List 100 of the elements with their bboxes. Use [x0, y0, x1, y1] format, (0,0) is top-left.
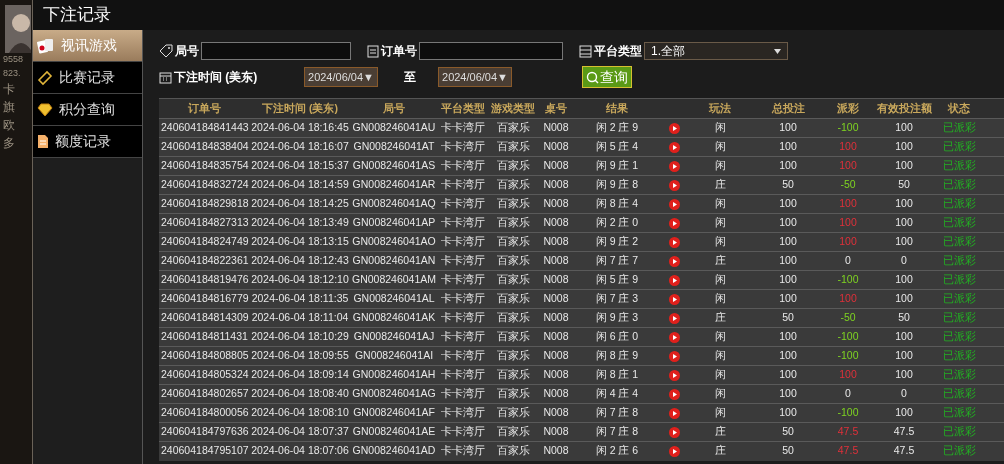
list-icon	[579, 44, 592, 58]
table-cell: 0	[845, 387, 851, 400]
table-cell: 闲 9 庄 8	[595, 178, 639, 191]
play-video-icon[interactable]	[668, 160, 680, 172]
table-cell: 47.5	[893, 425, 915, 438]
table-cell: 100	[839, 197, 857, 210]
table-cell: 240604184811431	[161, 330, 248, 343]
table-cell: GN008246041AJ	[353, 330, 435, 343]
table-cell: 庄	[714, 311, 726, 324]
table-cell: GN008246041AT	[353, 140, 435, 153]
table-cell: 卡卡湾厅	[441, 216, 485, 229]
table-cell: 百家乐	[496, 368, 530, 381]
play-video-icon[interactable]	[668, 236, 680, 248]
play-video-icon[interactable]	[668, 350, 680, 362]
table-cell: GN008246041AS	[352, 159, 436, 172]
table-cell: GN008246041AP	[352, 216, 436, 229]
table-cell: 闲 6 庄 0	[595, 330, 639, 343]
table-cell: 100	[779, 216, 797, 229]
table-cell: N008	[543, 368, 569, 381]
table-cell: 闲 7 庄 7	[595, 254, 639, 267]
play-video-icon[interactable]	[668, 293, 680, 305]
table-cell: 50	[898, 311, 910, 324]
play-video-icon[interactable]	[668, 407, 680, 419]
column-header: 结果	[606, 101, 628, 114]
table-cell: 0	[901, 254, 907, 267]
dialog-title: 下注记录	[43, 4, 111, 27]
input-field[interactable]	[419, 42, 563, 60]
table-cell: 闲 2 庄 9	[595, 121, 639, 134]
play-video-icon[interactable]	[668, 141, 680, 153]
table-cell: 240604184814309	[161, 311, 249, 324]
tag-icon	[159, 44, 173, 58]
play-video-icon[interactable]	[668, 274, 680, 286]
table-cell: 2024-06-04 18:08:10	[251, 406, 349, 419]
table-cell: 2024-06-04 18:10:29	[251, 330, 349, 343]
table-cell: 240604184800056	[161, 406, 249, 419]
table-cell: 100	[895, 140, 913, 153]
table-cell: 100	[779, 140, 797, 153]
table-cell: 闲 7 庄 8	[595, 425, 639, 438]
date-select[interactable]: 2024/06/04▼	[304, 67, 378, 87]
table-cell: N008	[543, 178, 569, 191]
nav-tab[interactable]: 积分查询	[33, 94, 142, 126]
table-cell: 百家乐	[496, 311, 530, 324]
table-cell: 240604184808805	[161, 349, 249, 362]
table-cell: GN008246041AF	[353, 406, 435, 419]
table-cell: 闲	[714, 159, 726, 172]
table-cell: 闲 4 庄 4	[595, 387, 639, 400]
table-cell: 百家乐	[496, 387, 530, 400]
play-video-icon[interactable]	[668, 388, 680, 400]
play-video-icon[interactable]	[668, 217, 680, 229]
table-cell: GN008246041AQ	[352, 197, 436, 210]
status-text: 已派彩	[942, 216, 976, 229]
status-text: 已派彩	[942, 159, 976, 172]
table-cell: 100	[779, 406, 797, 419]
column-header: 订单号	[187, 101, 221, 114]
platform-select[interactable]: 1.全部	[644, 42, 788, 60]
input-field[interactable]	[201, 42, 351, 60]
table-cell: 2024-06-04 18:16:07	[251, 140, 349, 153]
table-cell: 闲 9 庄 3	[595, 311, 639, 324]
table-cell: N008	[543, 292, 569, 305]
play-video-icon[interactable]	[668, 369, 680, 381]
play-video-icon[interactable]	[668, 331, 680, 343]
status-text: 已派彩	[942, 254, 976, 267]
table-cell: -50	[840, 311, 856, 324]
table-cell: 卡卡湾厅	[441, 121, 485, 134]
play-video-icon[interactable]	[668, 446, 680, 458]
table-cell: 50	[898, 178, 910, 191]
table-cell: 百家乐	[496, 349, 530, 362]
date-select[interactable]: 2024/06/04▼	[438, 67, 512, 87]
play-video-icon[interactable]	[668, 255, 680, 267]
background-text: 823.	[2, 66, 22, 80]
table-cell: 100	[895, 406, 913, 419]
play-video-icon[interactable]	[668, 179, 680, 191]
table-cell: GN008246041AM	[351, 273, 437, 286]
table-cell: 100	[895, 235, 913, 248]
table-cell: 闲 2 庄 6	[595, 444, 639, 457]
table-cell: N008	[543, 444, 569, 457]
status-text: 已派彩	[942, 406, 976, 419]
column-header: 派彩	[837, 101, 859, 114]
table-cell: 闲	[714, 197, 726, 210]
table-cell: 闲	[714, 406, 726, 419]
table-cell: 100	[839, 159, 857, 172]
table-cell: 闲	[714, 273, 726, 286]
table-cell: 卡卡湾厅	[441, 197, 485, 210]
table-cell: 百家乐	[496, 406, 530, 419]
status-text: 已派彩	[942, 140, 976, 153]
play-video-icon[interactable]	[668, 312, 680, 324]
table-cell: N008	[543, 273, 569, 286]
play-video-icon[interactable]	[668, 198, 680, 210]
nav-tab[interactable]: 比赛记录	[33, 62, 142, 94]
column-header: 游戏类型	[491, 101, 535, 114]
table-cell: 50	[782, 311, 794, 324]
play-video-icon[interactable]	[668, 122, 680, 134]
nav-tab[interactable]: 额度记录	[33, 126, 142, 158]
table-cell: GN008246041AO	[352, 235, 436, 248]
table-cell: N008	[543, 311, 569, 324]
play-video-icon[interactable]	[668, 426, 680, 438]
background-text: 多	[2, 135, 16, 152]
table-cell: GN008246041AK	[352, 311, 436, 324]
table-cell: 闲	[714, 387, 726, 400]
table-cell: N008	[543, 216, 569, 229]
